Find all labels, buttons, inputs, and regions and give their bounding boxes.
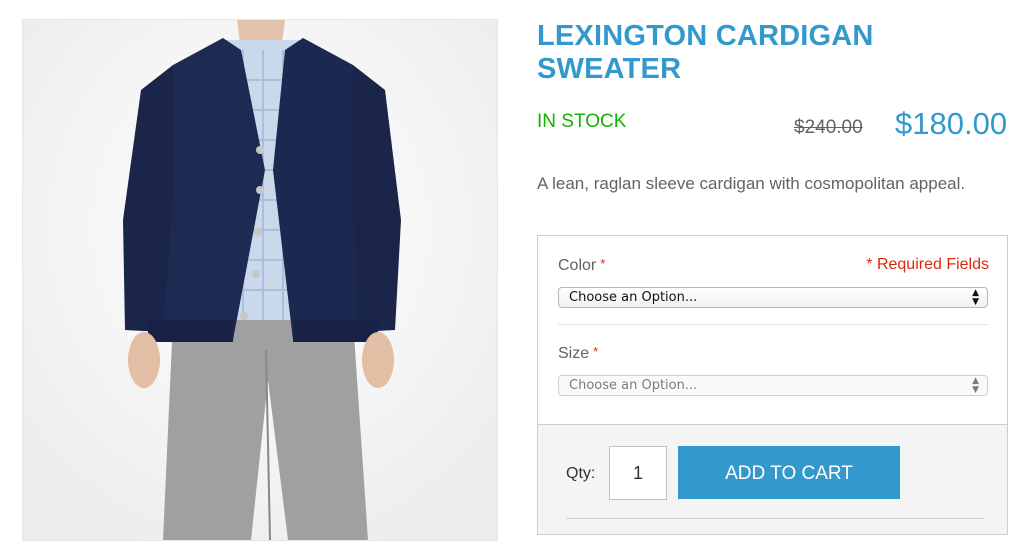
old-price: $240.00 [794, 117, 863, 138]
product-photo [23, 20, 497, 540]
color-label: Color * [558, 256, 605, 275]
product-image[interactable] [22, 19, 498, 541]
qty-input[interactable]: 1 [609, 446, 667, 500]
special-price: $180.00 [895, 106, 1008, 141]
size-select[interactable]: Choose an Option... ▲ ▼ [558, 375, 988, 396]
add-to-cart-box: Qty: 1 ADD TO CART [537, 425, 1008, 535]
product-options: Color * * Required Fields Choose an Optio… [537, 235, 1008, 425]
stock-status: IN STOCK [537, 111, 627, 132]
size-label-text: Size [558, 345, 590, 362]
product-description: A lean, raglan sleeve cardigan with cosm… [537, 174, 966, 193]
options-divider [558, 324, 988, 325]
select-arrows-icon: ▲ ▼ [972, 287, 979, 307]
product-title: LEXINGTON CARDIGAN SWEATER [537, 20, 874, 85]
qty-label: Qty: [566, 465, 596, 482]
select-arrows-icon: ▲ ▼ [972, 375, 979, 395]
cart-divider [566, 518, 984, 519]
color-select-value: Choose an Option... [569, 290, 698, 305]
color-label-text: Color [558, 257, 597, 274]
size-select-value: Choose an Option... [569, 378, 698, 393]
add-to-cart-button[interactable]: ADD TO CART [678, 446, 900, 499]
color-select[interactable]: Choose an Option... ▲ ▼ [558, 287, 988, 308]
required-fields-note: * Required Fields [866, 256, 989, 273]
color-required-marker: * [600, 256, 606, 271]
size-required-marker: * [593, 344, 599, 359]
size-label: Size * [558, 344, 598, 363]
